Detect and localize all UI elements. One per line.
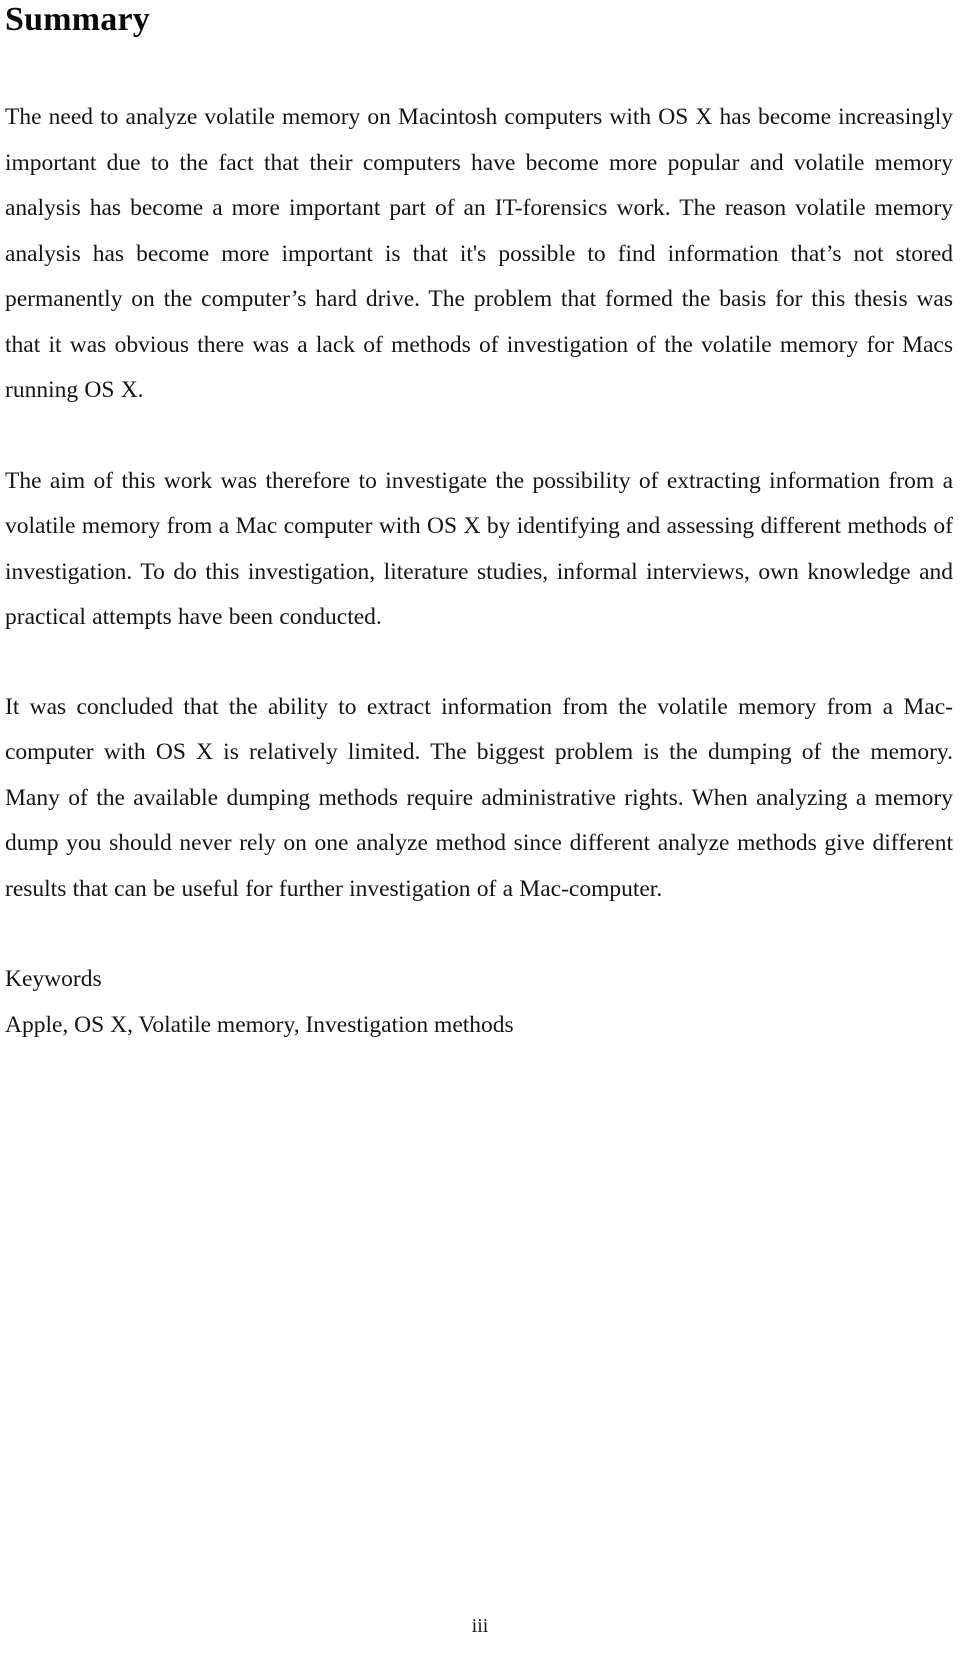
page-title: Summary <box>5 1 150 38</box>
paragraph-gap-1 <box>5 414 953 459</box>
summary-paragraph-3: It was concluded that the ability to ext… <box>5 693 953 902</box>
paragraph-gap-3 <box>5 912 953 957</box>
paragraph-gap-2 <box>5 641 953 685</box>
summary-paragraph-1: The need to analyze volatile memory on M… <box>5 104 953 403</box>
page-number: iii <box>471 1615 489 1637</box>
page-content: Summary The need to analyze volatile mem… <box>5 0 953 1048</box>
document-page: Summary The need to analyze volatile mem… <box>0 0 960 1655</box>
title-spacer <box>5 40 953 95</box>
summary-paragraph-2: The aim of this work was therefore to in… <box>5 467 953 631</box>
keywords-list: Apple, OS X, Volatile memory, Investigat… <box>5 1011 514 1038</box>
keywords-heading: Keywords <box>5 966 102 992</box>
